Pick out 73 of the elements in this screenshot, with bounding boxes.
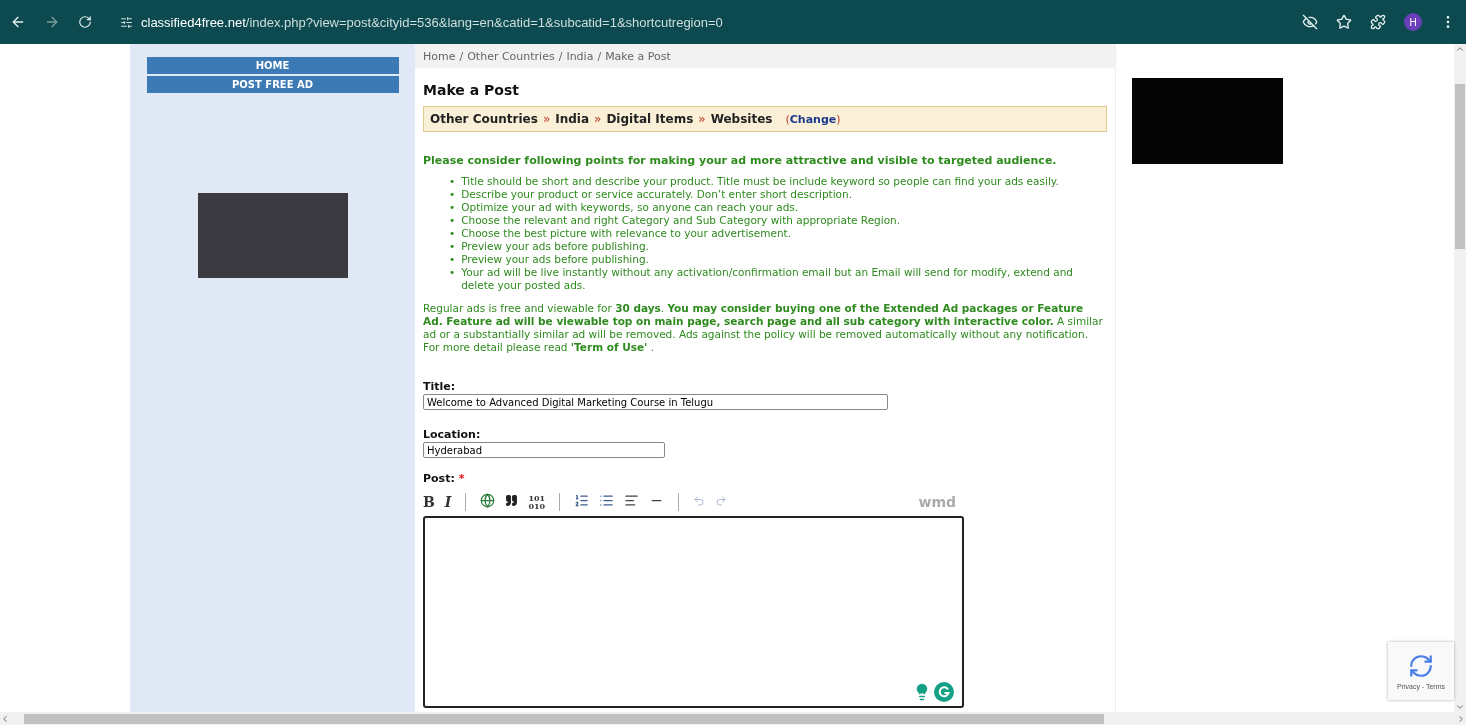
bold-button[interactable]: B	[423, 495, 435, 509]
breadcrumb-link[interactable]: Make a Post	[605, 49, 671, 63]
bullet-marker: •	[449, 214, 456, 227]
text-field[interactable]: Hyderabad	[423, 442, 665, 458]
breadcrumb-separator: /	[558, 49, 563, 63]
breadcrumb-link[interactable]: Other Countries	[467, 49, 555, 63]
undo-icon[interactable]	[693, 494, 706, 507]
breadcrumb-separator: /	[459, 49, 464, 63]
text-field[interactable]: Welcome to Advanced Digital Marketing Course in Telugu	[423, 394, 888, 410]
page-heading: Make a Post	[423, 82, 520, 98]
italic-button[interactable]: I	[444, 495, 452, 509]
bullet-marker: •	[449, 188, 456, 201]
scroll-up-icon[interactable]	[1455, 44, 1465, 54]
heading-icon[interactable]	[624, 493, 640, 508]
field-label: Title:	[423, 380, 457, 393]
tip-item: Preview your ads before publishing.	[461, 240, 649, 253]
forward-icon[interactable]	[44, 14, 60, 30]
scrollbar-thumb[interactable]	[24, 713, 1104, 724]
tip-item: Preview your ads before publishing.	[461, 253, 649, 266]
bullet-marker: •	[449, 240, 456, 253]
site-info-icon[interactable]	[120, 15, 133, 29]
nav-button[interactable]: POST FREE AD	[146, 76, 399, 93]
category-name: Other Countries	[430, 112, 538, 126]
redo-icon[interactable]	[715, 494, 728, 507]
tip-item: Describe your product or service accurately. Don’t enter short description.	[461, 188, 852, 201]
breadcrumb-link[interactable]: Home	[423, 49, 456, 63]
reload-icon[interactable]	[78, 15, 92, 29]
breadcrumb-link[interactable]: India	[566, 49, 594, 63]
field-label: Location:	[423, 428, 482, 441]
editor-brand: wmd	[918, 494, 956, 510]
bookmark-star-icon[interactable]	[1336, 14, 1352, 30]
address-bar[interactable]: classified4free.net/index.php?view=post&cityid=536&lang=en&catid=1&subcatid=1&shortcutregion=0	[110, 7, 1284, 37]
tip-item: Choose the relevant and right Category and Sub Category with appropriate Region.	[461, 214, 901, 227]
code-button[interactable]: 101 010	[528, 494, 546, 510]
required-mark: *	[458, 472, 465, 485]
bulleted-list-icon[interactable]	[599, 493, 615, 508]
notice-paragraph: Regular ads is free and viewable for 30 days. You may consider buying one of the Extended Ad packages or Feature Ad. Feature ad will be viewable top on main page, search page and all sub category with interactive color. A similar ad or a substantially similar ad will be removed. Ads against the policy will be removed automatically without any notification. For more detail please read 'Term of Use' .	[423, 302, 1104, 354]
scroll-right-icon[interactable]	[1456, 713, 1466, 724]
path-separator: »	[698, 112, 706, 126]
profile-avatar[interactable]: H	[1404, 13, 1422, 31]
scroll-down-icon[interactable]	[1455, 702, 1465, 712]
tip-item: Your ad will be live instantly without any activation/confirmation email but an Email will send for modify, extend and delete your posted ads.	[461, 266, 1075, 292]
bullet-marker: •	[449, 175, 456, 188]
extensions-icon[interactable]	[1370, 14, 1386, 30]
post-editor[interactable]	[423, 516, 964, 708]
grammar-logo-icon[interactable]	[934, 682, 954, 702]
scrollbar-thumb[interactable]	[1455, 84, 1465, 249]
bullet-marker: •	[449, 253, 456, 266]
path-separator: »	[542, 112, 551, 126]
recaptcha-icon	[1408, 652, 1434, 679]
category-name: Websites	[710, 112, 773, 126]
category-name: Digital Items	[606, 112, 694, 126]
back-icon[interactable]	[10, 14, 26, 30]
bullet-marker: •	[449, 201, 456, 214]
bullet-marker: •	[449, 266, 456, 280]
horizontal-scrollbar[interactable]	[0, 712, 1466, 725]
path-separator: »	[594, 112, 602, 126]
eye-off-icon[interactable]	[1302, 14, 1318, 30]
breadcrumb-separator: /	[597, 49, 602, 63]
bullet-marker: •	[449, 227, 456, 240]
category-name: India	[555, 112, 590, 126]
vertical-scrollbar[interactable]	[1454, 44, 1466, 712]
nav-button[interactable]: HOME	[146, 57, 399, 74]
tips-heading: Please consider following points for making your ad more attractive and visible to targeted audience.	[423, 154, 1058, 167]
scroll-left-icon[interactable]	[0, 713, 10, 724]
tip-item: Choose the best picture with relevance to your advertisement.	[461, 227, 792, 240]
field-label: Post: *	[423, 472, 466, 485]
numbered-list-icon[interactable]	[574, 493, 590, 508]
globe-icon[interactable]	[480, 493, 496, 508]
quote-icon[interactable]	[505, 494, 519, 507]
change-link[interactable]: (Change)	[785, 112, 841, 126]
tip-item: Optimize your ad with keywords, so anyone can reach your ads.	[461, 201, 799, 214]
tip-item: Title should be short and describe your product. Title must be include keyword so people can find your ads easily.	[461, 175, 1059, 188]
